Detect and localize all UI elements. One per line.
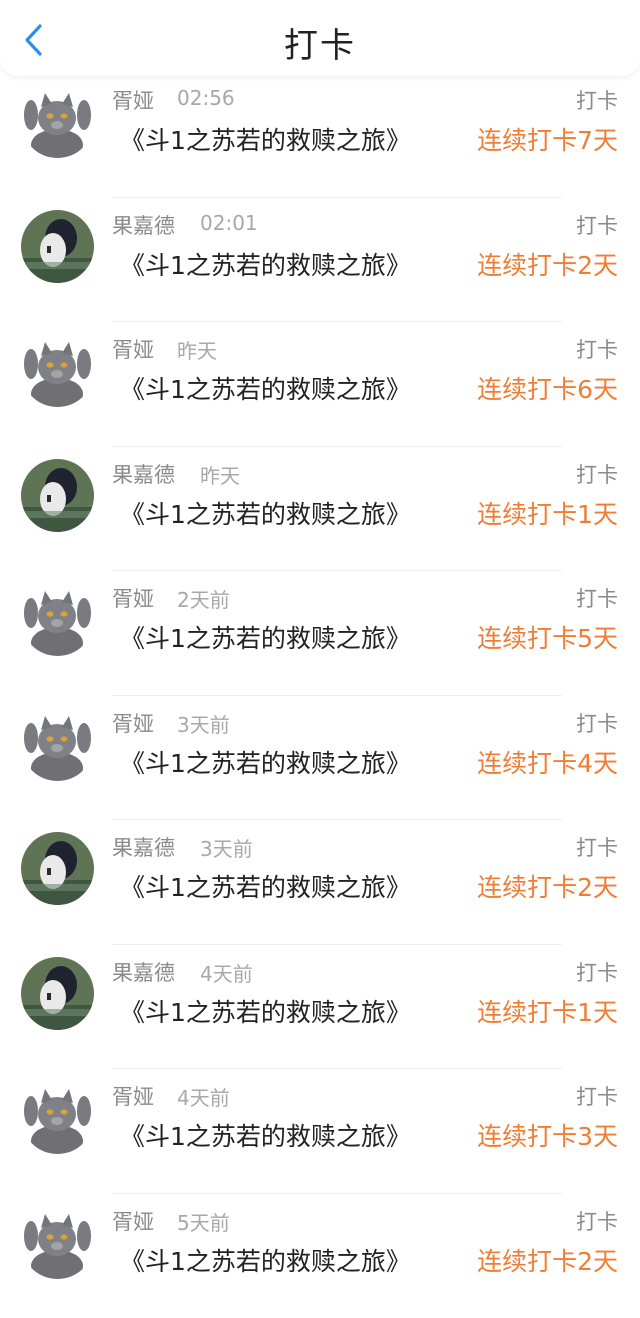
user-name[interactable]: 胥娅	[112, 1081, 154, 1111]
book-title[interactable]: 《斗1之苏若的救赎之旅》	[120, 619, 411, 655]
list-item[interactable]: 果嘉德 3天前 打卡 《斗1之苏若的救赎之旅》 连续打卡2天	[0, 820, 640, 945]
book-title[interactable]: 《斗1之苏若的救赎之旅》	[120, 1242, 411, 1278]
anime-avatar-icon	[21, 832, 94, 905]
streak-label: 连续打卡2天	[477, 246, 618, 282]
streak-label: 连续打卡1天	[477, 993, 618, 1029]
avatar[interactable]	[21, 334, 94, 407]
book-title[interactable]: 《斗1之苏若的救赎之旅》	[120, 495, 411, 531]
book-title[interactable]: 《斗1之苏若的救赎之旅》	[120, 1117, 411, 1153]
page-title: 打卡	[0, 18, 640, 67]
book-title[interactable]: 《斗1之苏若的救赎之旅》	[120, 246, 411, 282]
book-title[interactable]: 《斗1之苏若的救赎之旅》	[120, 370, 411, 406]
list-item[interactable]: 胥娅 5天前 打卡 《斗1之苏若的救赎之旅》 连续打卡2天	[0, 1194, 640, 1318]
timestamp: 昨天	[200, 460, 240, 489]
top-bar: 打卡	[0, 0, 640, 76]
timestamp: 2天前	[177, 584, 230, 613]
streak-label: 连续打卡4天	[477, 744, 618, 780]
list-item[interactable]: 胥娅 昨天 打卡 《斗1之苏若的救赎之旅》 连续打卡6天	[0, 322, 640, 447]
avatar[interactable]	[21, 832, 94, 905]
anime-avatar-icon	[21, 210, 94, 283]
streak-label: 连续打卡7天	[477, 121, 618, 157]
action-label: 打卡	[576, 459, 618, 489]
timestamp: 02:01	[200, 211, 258, 235]
avatar[interactable]	[21, 1206, 94, 1279]
user-name[interactable]: 胥娅	[112, 334, 154, 364]
book-title[interactable]: 《斗1之苏若的救赎之旅》	[120, 868, 411, 904]
user-name[interactable]: 胥娅	[112, 583, 154, 613]
avatar[interactable]	[21, 85, 94, 158]
cat-avatar-icon	[21, 1081, 94, 1154]
cat-avatar-icon	[21, 708, 94, 781]
list-item[interactable]: 果嘉德 02:01 打卡 《斗1之苏若的救赎之旅》 连续打卡2天	[0, 198, 640, 323]
cat-avatar-icon	[21, 1206, 94, 1279]
streak-label: 连续打卡1天	[477, 495, 618, 531]
user-name[interactable]: 果嘉德	[112, 459, 175, 489]
avatar[interactable]	[21, 1081, 94, 1154]
user-name[interactable]: 胥娅	[112, 708, 154, 738]
list-item[interactable]: 胥娅 02:56 打卡 《斗1之苏若的救赎之旅》 连续打卡7天	[0, 73, 640, 198]
avatar[interactable]	[21, 583, 94, 656]
action-label: 打卡	[576, 1081, 618, 1111]
anime-avatar-icon	[21, 459, 94, 532]
list-item[interactable]: 果嘉德 4天前 打卡 《斗1之苏若的救赎之旅》 连续打卡1天	[0, 945, 640, 1070]
user-name[interactable]: 果嘉德	[112, 210, 175, 240]
list-item[interactable]: 胥娅 2天前 打卡 《斗1之苏若的救赎之旅》 连续打卡5天	[0, 571, 640, 696]
action-label: 打卡	[576, 583, 618, 613]
action-label: 打卡	[576, 832, 618, 862]
action-label: 打卡	[576, 210, 618, 240]
cat-avatar-icon	[21, 583, 94, 656]
timestamp: 4天前	[177, 1082, 230, 1111]
book-title[interactable]: 《斗1之苏若的救赎之旅》	[120, 121, 411, 157]
streak-label: 连续打卡5天	[477, 619, 618, 655]
streak-label: 连续打卡6天	[477, 370, 618, 406]
cat-avatar-icon	[21, 85, 94, 158]
action-label: 打卡	[576, 85, 618, 115]
user-name[interactable]: 胥娅	[112, 85, 154, 115]
avatar[interactable]	[21, 210, 94, 283]
avatar[interactable]	[21, 957, 94, 1030]
timestamp: 昨天	[177, 335, 217, 364]
cat-avatar-icon	[21, 334, 94, 407]
list-item[interactable]: 胥娅 4天前 打卡 《斗1之苏若的救赎之旅》 连续打卡3天	[0, 1069, 640, 1194]
list-item[interactable]: 果嘉德 昨天 打卡 《斗1之苏若的救赎之旅》 连续打卡1天	[0, 447, 640, 572]
book-title[interactable]: 《斗1之苏若的救赎之旅》	[120, 744, 411, 780]
streak-label: 连续打卡2天	[477, 868, 618, 904]
timestamp: 4天前	[200, 958, 253, 987]
action-label: 打卡	[576, 957, 618, 987]
user-name[interactable]: 果嘉德	[112, 957, 175, 987]
action-label: 打卡	[576, 1206, 618, 1236]
avatar[interactable]	[21, 708, 94, 781]
list-item[interactable]: 胥娅 3天前 打卡 《斗1之苏若的救赎之旅》 连续打卡4天	[0, 696, 640, 821]
book-title[interactable]: 《斗1之苏若的救赎之旅》	[120, 993, 411, 1029]
timestamp: 5天前	[177, 1207, 230, 1236]
timestamp: 3天前	[177, 709, 230, 738]
user-name[interactable]: 胥娅	[112, 1206, 154, 1236]
anime-avatar-icon	[21, 957, 94, 1030]
action-label: 打卡	[576, 334, 618, 364]
streak-label: 连续打卡3天	[477, 1117, 618, 1153]
checkin-list: 胥娅 02:56 打卡 《斗1之苏若的救赎之旅》 连续打卡7天 果嘉德 02:0…	[0, 76, 640, 1318]
action-label: 打卡	[576, 708, 618, 738]
timestamp: 3天前	[200, 833, 253, 862]
user-name[interactable]: 果嘉德	[112, 832, 175, 862]
streak-label: 连续打卡2天	[477, 1242, 618, 1278]
timestamp: 02:56	[177, 86, 235, 110]
avatar[interactable]	[21, 459, 94, 532]
